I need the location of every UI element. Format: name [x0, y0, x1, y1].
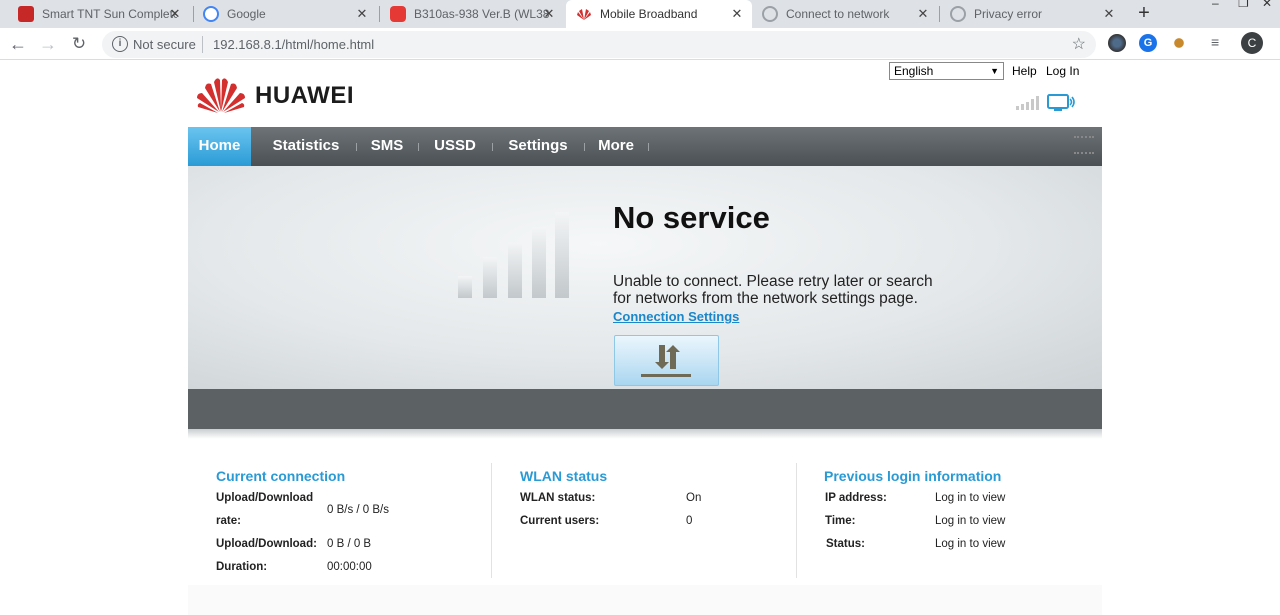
previous-login-panel: Previous login information IP address: L… — [824, 460, 1094, 580]
reading-list-icon[interactable]: ≡ — [1211, 34, 1229, 52]
login-link[interactable]: Log In — [1046, 64, 1079, 78]
time-value: Log in to view — [935, 515, 1006, 527]
language-select[interactable]: English ▼ — [889, 62, 1004, 80]
status-message: Unable to connect. Please retry later or… — [613, 273, 933, 307]
panel-divider — [796, 463, 797, 578]
login-status-value: Log in to view — [935, 538, 1006, 550]
no-signal-bars-icon — [458, 212, 569, 298]
menu-divider — [356, 143, 357, 151]
previous-login-title: Previous login information — [824, 468, 1002, 484]
brand-name: HUAWEI — [255, 82, 354, 109]
huawei-logo-icon — [197, 78, 245, 113]
main-menu: Home Statistics SMS USSD Settings More — [188, 127, 1102, 166]
address-bar[interactable]: i Not secure 192.168.8.1/html/home.html … — [102, 31, 1096, 58]
menu-ussd[interactable]: USSD — [426, 127, 484, 166]
signal-strength-icon — [1016, 96, 1039, 110]
browser-tab-smart[interactable]: Smart TNT Sun Complete ✕ — [8, 0, 190, 28]
close-tab-icon[interactable]: ✕ — [168, 6, 182, 22]
current-users-label: Current users: — [520, 515, 600, 527]
wlan-status-title: WLAN status — [520, 468, 608, 484]
language-value: English — [894, 64, 934, 78]
globe-favicon-icon — [950, 6, 966, 22]
duration-label: Duration: — [216, 561, 268, 573]
close-tab-icon[interactable]: ✕ — [355, 6, 369, 22]
wlan-status-panel: WLAN status WLAN status: On Current user… — [520, 460, 780, 580]
globe-favicon-icon — [762, 6, 778, 22]
menu-divider — [584, 143, 585, 151]
volume-label: Upload/Download: — [216, 538, 317, 550]
youtube-favicon-icon — [390, 6, 406, 22]
hero-shadow — [188, 429, 1102, 439]
omnibox-divider — [202, 36, 203, 53]
google-favicon-icon — [203, 6, 219, 22]
panel-divider — [491, 463, 492, 578]
grammarly-extension-icon[interactable]: G — [1139, 34, 1157, 52]
browser-tab-youtube[interactable]: B310as-938 Ver.B (WL38 ✕ — [380, 0, 564, 28]
status-title: No service — [613, 200, 770, 235]
close-tab-icon[interactable]: ✕ — [1102, 6, 1116, 22]
menu-divider — [492, 143, 493, 151]
close-tab-icon[interactable]: ✕ — [730, 6, 744, 22]
new-tab-button[interactable]: + — [1134, 2, 1154, 25]
security-label[interactable]: Not secure — [133, 37, 196, 52]
current-connection-title: Current connection — [216, 468, 346, 484]
extension-icon[interactable] — [1108, 34, 1126, 52]
smart-favicon-icon — [18, 6, 34, 22]
login-status-label: Status: — [826, 538, 865, 550]
menu-divider — [418, 143, 419, 151]
reload-icon[interactable]: ↻ — [67, 32, 91, 56]
menu-more[interactable]: More — [592, 127, 640, 166]
chevron-down-icon: ▼ — [990, 66, 999, 76]
close-tab-icon[interactable]: ✕ — [916, 6, 930, 22]
info-icon[interactable]: i — [112, 36, 128, 52]
profile-avatar[interactable]: C — [1241, 32, 1263, 54]
menu-settings[interactable]: Settings — [500, 127, 576, 166]
ip-address-value: Log in to view — [935, 492, 1006, 504]
browser-tab-strip: Smart TNT Sun Complete ✕ Google ✕ B310as… — [0, 0, 1280, 28]
computer-connection-icon — [1047, 94, 1075, 111]
connect-button-base — [641, 374, 691, 377]
forward-arrow-icon[interactable]: → — [36, 32, 60, 56]
huawei-logo: HUAWEI — [194, 74, 364, 114]
page-footer — [188, 585, 1102, 615]
browser-tab-mobile-broadband[interactable]: Mobile Broadband ✕ — [566, 0, 752, 28]
rate-label: Upload/Download — [216, 492, 314, 504]
back-arrow-icon[interactable]: ← — [6, 32, 30, 56]
ip-address-label: IP address: — [825, 492, 887, 504]
wlan-status-label: WLAN status: — [520, 492, 596, 504]
duration-value: 00:00:00 — [327, 561, 372, 573]
rate-label-cont: rate: — [216, 515, 241, 527]
menu-home[interactable]: Home — [188, 127, 251, 166]
bookmark-star-icon[interactable]: ☆ — [1072, 34, 1086, 54]
wlan-status-value: On — [686, 492, 702, 504]
hero-footer-strip — [188, 389, 1102, 429]
connection-settings-link[interactable]: Connection Settings — [613, 309, 739, 324]
huawei-favicon-icon — [577, 9, 591, 20]
menu-statistics[interactable]: Statistics — [264, 127, 348, 166]
browser-tab-connect[interactable]: Connect to network ✕ — [752, 0, 938, 28]
window-close-icon[interactable]: ✕ — [1262, 0, 1272, 10]
updown-arrows-icon — [655, 345, 680, 369]
current-users-value: 0 — [686, 515, 693, 527]
current-connection-panel: Current connection Upload/Download rate:… — [216, 460, 486, 580]
minimize-icon[interactable]: – — [1212, 0, 1219, 10]
maximize-icon[interactable]: ❐ — [1238, 0, 1249, 10]
menu-grip-icon — [1074, 136, 1094, 154]
menu-divider — [648, 143, 649, 151]
time-label: Time: — [825, 515, 856, 527]
volume-value: 0 B / 0 B — [327, 538, 372, 550]
browser-tab-google[interactable]: Google ✕ — [193, 0, 377, 28]
url-text[interactable]: 192.168.8.1/html/home.html — [213, 37, 374, 52]
connect-button[interactable] — [614, 335, 719, 386]
browser-tab-privacy[interactable]: Privacy error ✕ — [940, 0, 1124, 28]
browser-toolbar: ← → ↻ i Not secure 192.168.8.1/html/home… — [0, 28, 1280, 60]
help-link[interactable]: Help — [1012, 64, 1037, 78]
close-tab-icon[interactable]: ✕ — [542, 6, 556, 22]
menu-sms[interactable]: SMS — [364, 127, 410, 166]
rate-value: 0 B/s / 0 B/s — [327, 504, 389, 516]
extension-icon[interactable] — [1170, 34, 1188, 52]
